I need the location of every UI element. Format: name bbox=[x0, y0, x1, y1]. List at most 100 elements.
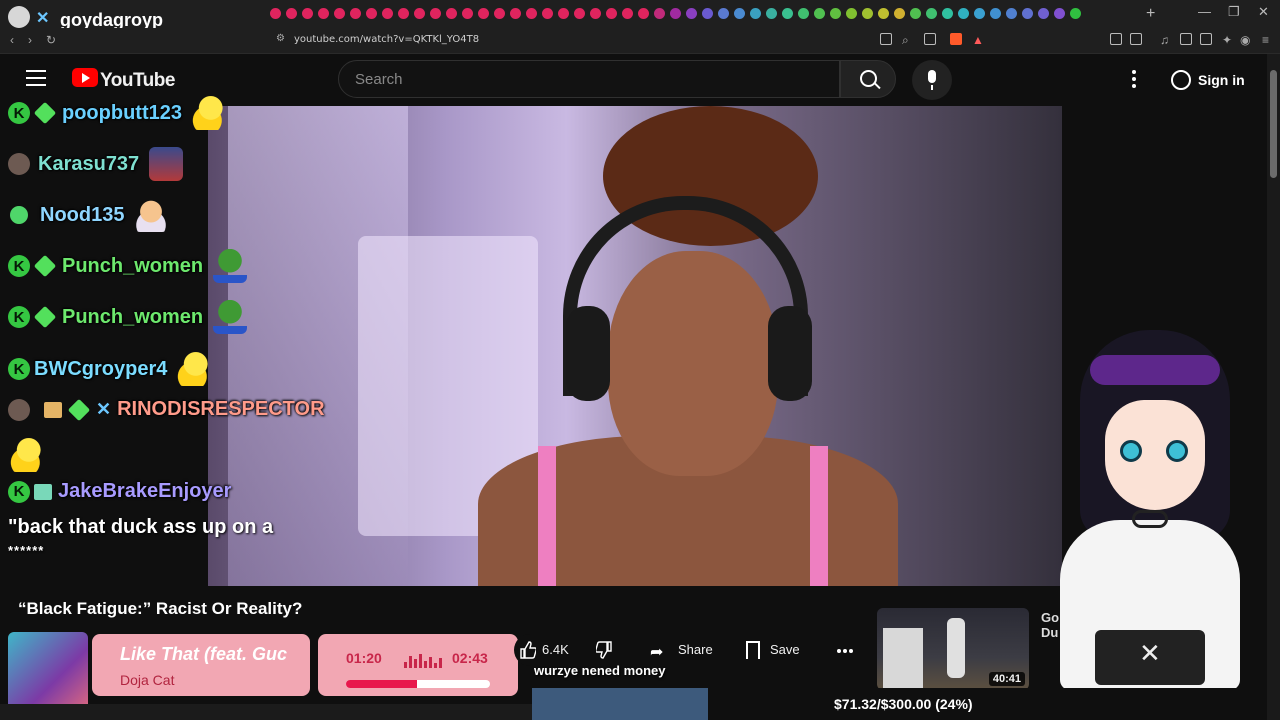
share-button[interactable]: ➦ Share bbox=[640, 634, 722, 666]
reload-icon[interactable]: ↻ bbox=[46, 33, 56, 47]
tab-favicon[interactable] bbox=[766, 8, 777, 19]
tab-favicon[interactable] bbox=[574, 8, 585, 19]
url-field[interactable]: youtube.com/watch?v=QKTKl_YO4T8 bbox=[294, 34, 479, 45]
tab-favicon[interactable] bbox=[350, 8, 361, 19]
close-window-button[interactable]: ✕ bbox=[1258, 4, 1269, 20]
extension-icon[interactable] bbox=[1110, 33, 1122, 45]
tab-favicon[interactable] bbox=[446, 8, 457, 19]
forward-icon[interactable]: › bbox=[28, 33, 32, 47]
tab-favicon[interactable] bbox=[958, 8, 969, 19]
extension-icon[interactable] bbox=[1130, 33, 1142, 45]
settings-kebab-icon[interactable] bbox=[1128, 70, 1140, 90]
new-tab-button[interactable]: + bbox=[1146, 5, 1155, 23]
tab-favicon[interactable] bbox=[1054, 8, 1065, 19]
chat-username: poopbutt123 bbox=[62, 101, 182, 124]
rewards-icon[interactable]: ▲ bbox=[972, 33, 984, 47]
tab-favicon[interactable] bbox=[798, 8, 809, 19]
back-icon[interactable]: ‹ bbox=[10, 33, 14, 47]
vpn-icon[interactable]: ◉ bbox=[1240, 33, 1250, 47]
tab-favicon[interactable] bbox=[910, 8, 921, 19]
tab-favicon[interactable] bbox=[510, 8, 521, 19]
tab-favicon[interactable] bbox=[334, 8, 345, 19]
tab-favicon[interactable] bbox=[878, 8, 889, 19]
tab-favicon[interactable] bbox=[270, 8, 281, 19]
page-scrollbar[interactable] bbox=[1267, 54, 1280, 720]
tab-favicon[interactable] bbox=[686, 8, 697, 19]
tab-favicon[interactable] bbox=[814, 8, 825, 19]
tab-favicon[interactable] bbox=[782, 8, 793, 19]
wallet-icon[interactable] bbox=[1200, 33, 1212, 45]
minimize-button[interactable]: — bbox=[1198, 4, 1211, 19]
youtube-wordmark[interactable]: YouTube bbox=[100, 70, 175, 92]
chat-line: Karasu737 bbox=[8, 147, 184, 181]
voice-search-mic-icon[interactable] bbox=[912, 60, 952, 100]
menu-icon[interactable]: ≡ bbox=[1262, 33, 1269, 47]
music-icon[interactable]: ♫ bbox=[1160, 33, 1169, 47]
tab-favicon[interactable] bbox=[414, 8, 425, 19]
tab-favicon[interactable] bbox=[974, 8, 985, 19]
tab-favicon[interactable] bbox=[430, 8, 441, 19]
tab-favicon[interactable] bbox=[846, 8, 857, 19]
tab-favicon[interactable] bbox=[1070, 8, 1081, 19]
search-input[interactable] bbox=[339, 61, 839, 97]
close-tab-icon[interactable]: ✕ bbox=[36, 8, 49, 28]
like-button[interactable]: 6.4K bbox=[514, 634, 592, 666]
tab-favicon[interactable] bbox=[606, 8, 617, 19]
up-next-thumbnail[interactable]: 40:41 bbox=[877, 608, 1029, 690]
tab-favicon[interactable] bbox=[718, 8, 729, 19]
donation-goal-fill bbox=[532, 688, 709, 720]
site-info-icon[interactable]: ⚙ bbox=[276, 33, 285, 44]
tab-favicon[interactable] bbox=[990, 8, 1001, 19]
tab-favicon[interactable] bbox=[638, 8, 649, 19]
tab-favicon[interactable] bbox=[286, 8, 297, 19]
subscriber-badge-icon bbox=[33, 254, 57, 278]
tab-favicon[interactable] bbox=[1022, 8, 1033, 19]
up-next-title[interactable]: Go Du bbox=[1041, 610, 1061, 640]
tab-favicon[interactable] bbox=[382, 8, 393, 19]
tab-favicon[interactable] bbox=[494, 8, 505, 19]
share-page-icon[interactable] bbox=[924, 33, 936, 45]
tab-favicon[interactable] bbox=[670, 8, 681, 19]
menu-hamburger-icon[interactable] bbox=[26, 70, 46, 86]
tab-favicon[interactable] bbox=[942, 8, 953, 19]
avatar-ribbon bbox=[1132, 510, 1168, 528]
tab-favicon[interactable] bbox=[462, 8, 473, 19]
tab-favicon[interactable] bbox=[894, 8, 905, 19]
dislike-button[interactable] bbox=[592, 634, 620, 666]
tab-favicon[interactable] bbox=[702, 8, 713, 19]
sign-in-button[interactable]: Sign in bbox=[1162, 62, 1254, 98]
profile-avatar-icon[interactable] bbox=[8, 6, 30, 28]
tab-favicon[interactable] bbox=[302, 8, 313, 19]
tab-favicon[interactable] bbox=[1006, 8, 1017, 19]
current-time: 01:20 bbox=[346, 650, 382, 666]
tab-favicon[interactable] bbox=[542, 8, 553, 19]
tab-favicon[interactable] bbox=[398, 8, 409, 19]
cast-icon[interactable] bbox=[880, 33, 892, 45]
tab-favicon[interactable] bbox=[830, 8, 841, 19]
sidebar-icon[interactable] bbox=[1180, 33, 1192, 45]
tab-favicon[interactable] bbox=[366, 8, 377, 19]
scrollbar-thumb[interactable] bbox=[1270, 70, 1277, 178]
tab-favicon[interactable] bbox=[558, 8, 569, 19]
maximize-button[interactable]: ❐ bbox=[1228, 4, 1240, 20]
tab-favicon[interactable] bbox=[926, 8, 937, 19]
anime-emote-icon bbox=[134, 198, 169, 232]
tab-favicon[interactable] bbox=[526, 8, 537, 19]
tab-favicon[interactable] bbox=[478, 8, 489, 19]
tab-favicon[interactable] bbox=[654, 8, 665, 19]
tab-favicon[interactable] bbox=[750, 8, 761, 19]
tab-favicon[interactable] bbox=[1038, 8, 1049, 19]
search-button[interactable] bbox=[840, 60, 896, 98]
zoom-icon[interactable]: ⌕ bbox=[902, 33, 909, 48]
tab-favicon[interactable] bbox=[862, 8, 873, 19]
puzzle-icon[interactable]: ✦ bbox=[1222, 33, 1232, 47]
tab-favicon[interactable] bbox=[318, 8, 329, 19]
more-actions-button[interactable] bbox=[828, 634, 862, 666]
save-button[interactable]: Save bbox=[736, 634, 816, 666]
tab-favicon[interactable] bbox=[590, 8, 601, 19]
video-player[interactable] bbox=[208, 106, 1062, 586]
tab-favicon[interactable] bbox=[734, 8, 745, 19]
tab-favicon[interactable] bbox=[622, 8, 633, 19]
youtube-logo-icon[interactable] bbox=[72, 68, 98, 87]
brave-shield-icon[interactable] bbox=[950, 33, 962, 45]
